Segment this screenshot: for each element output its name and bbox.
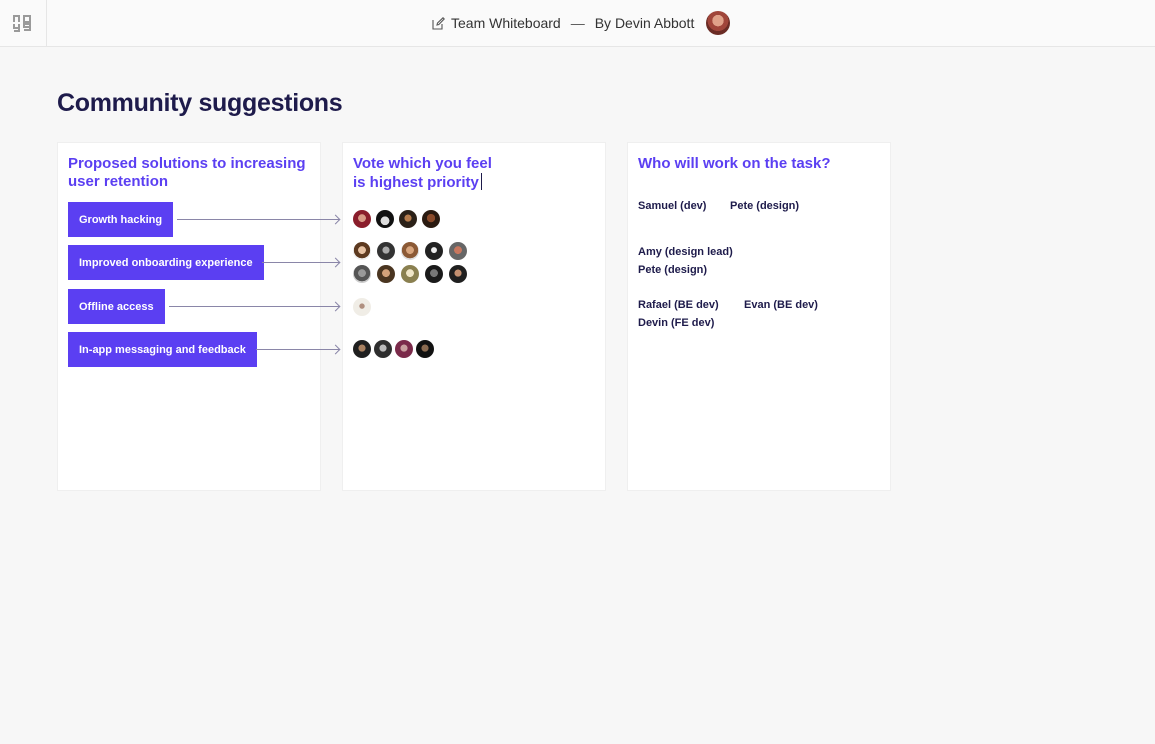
vote-avatars-offline-access: [353, 298, 371, 316]
card-vote-heading[interactable]: Vote which you feel is highest priority: [353, 155, 492, 192]
card-assignees-heading: Who will work on the task?: [638, 155, 831, 172]
voter-avatar[interactable]: [401, 242, 419, 260]
assignee-name: Evan (BE dev): [744, 299, 818, 311]
logo[interactable]: [0, 0, 47, 46]
solution-chip-onboarding[interactable]: Improved onboarding experience: [68, 245, 264, 280]
text-cursor: [480, 173, 483, 190]
voter-avatar[interactable]: [449, 242, 467, 260]
document-title[interactable]: Team Whiteboard: [451, 15, 561, 31]
edit-icon[interactable]: [432, 16, 445, 30]
title-separator: —: [570, 15, 585, 31]
author-label: By Devin Abbott: [594, 15, 695, 31]
voter-avatar[interactable]: [353, 265, 371, 283]
document-title-area: Team Whiteboard — By Devin Abbott: [432, 11, 731, 35]
voter-avatar[interactable]: [353, 298, 371, 316]
voter-avatar[interactable]: [425, 242, 443, 260]
voter-avatar[interactable]: [353, 242, 371, 260]
vote-avatars-onboarding-row-2: [353, 265, 467, 283]
assignee-name: Pete (design): [730, 200, 800, 212]
author-avatar[interactable]: [706, 11, 731, 35]
solution-chip-growth-hacking[interactable]: Growth hacking: [68, 202, 174, 237]
voter-avatar[interactable]: [376, 210, 394, 228]
voter-avatar[interactable]: [425, 265, 443, 283]
arrow-connector: [262, 262, 339, 263]
heading-line-2: user retention: [68, 173, 169, 190]
voter-avatar[interactable]: [395, 340, 413, 358]
vote-avatars-in-app-messaging: [353, 340, 434, 358]
heading-line-2: is highest priority: [353, 174, 479, 191]
page-title: Community suggestions: [57, 89, 343, 117]
voter-avatar[interactable]: [377, 265, 395, 283]
assignee-name: Amy (design lead): [638, 246, 733, 258]
noya-logo-icon: [13, 15, 31, 32]
voter-avatar[interactable]: [353, 340, 371, 358]
heading-line-1: Vote which you feel: [353, 155, 492, 172]
voter-avatar[interactable]: [399, 210, 417, 228]
voter-avatar[interactable]: [353, 210, 371, 228]
vote-avatars-growth-hacking: [353, 210, 440, 228]
voter-avatar[interactable]: [422, 210, 440, 228]
voter-avatar[interactable]: [401, 265, 419, 283]
arrow-connector: [177, 219, 339, 220]
top-bar: Team Whiteboard — By Devin Abbott: [0, 0, 1155, 47]
assignee-name: Devin (FE dev): [638, 317, 715, 329]
assignee-name: Pete (design): [638, 264, 708, 276]
assignee-name: Samuel (dev): [638, 200, 707, 212]
card-vote: Vote which you feel is highest priority: [342, 142, 606, 491]
voter-avatar[interactable]: [374, 340, 392, 358]
solution-chip-in-app-messaging[interactable]: In-app messaging and feedback: [68, 332, 257, 367]
heading-line-1: Proposed solutions to increasing: [68, 155, 306, 172]
vote-avatars-onboarding-row-1: [353, 242, 467, 260]
voter-avatar[interactable]: [416, 340, 434, 358]
assignee-name: Rafael (BE dev): [638, 299, 719, 311]
card-solutions-heading: Proposed solutions to increasing user re…: [68, 155, 306, 191]
solution-chip-offline-access[interactable]: Offline access: [68, 289, 165, 324]
arrow-connector: [169, 306, 339, 307]
arrow-connector: [256, 349, 339, 350]
voter-avatar[interactable]: [449, 265, 467, 283]
voter-avatar[interactable]: [377, 242, 395, 260]
